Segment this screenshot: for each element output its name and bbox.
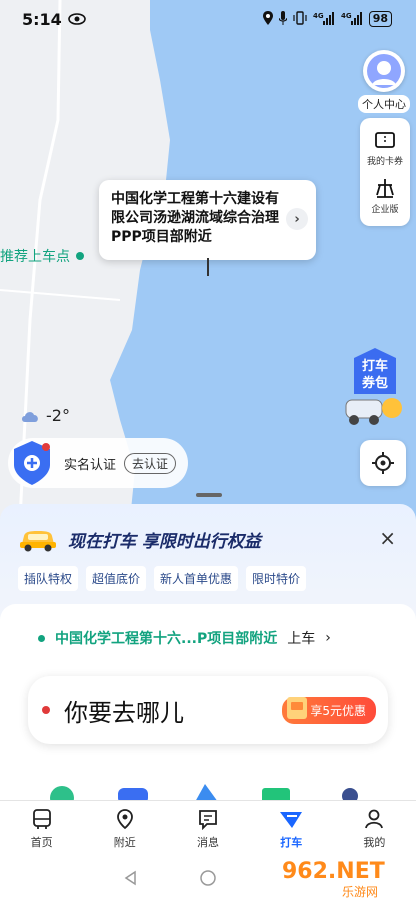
cloud-icon [22, 411, 38, 422]
user-avatar-icon [367, 54, 401, 88]
location-pin-icon [116, 808, 133, 829]
locate-button[interactable] [360, 440, 406, 486]
enterprise-label: 企业版 [371, 205, 399, 215]
nav-label: 附近 [113, 835, 136, 849]
profile-button[interactable]: 个人中心 [358, 50, 410, 113]
benefit-tags: 插队特权 超值底价 新人首单优惠 限时特价 [18, 566, 307, 591]
promo-banner[interactable]: 现在打车 享限时出行权益 × [18, 522, 408, 556]
bus-icon [32, 808, 51, 829]
enterprise-icon [376, 179, 394, 198]
weather-widget: -2° [20, 406, 70, 425]
verify-label: 实名认证 [64, 457, 117, 473]
my-coupons-button[interactable]: 我的卡券 [367, 129, 403, 167]
home-icon[interactable] [199, 869, 217, 887]
location-icon [262, 10, 273, 28]
pickup-dot-icon [38, 634, 45, 642]
destination-dot-icon [42, 706, 50, 714]
taxi-arrow-icon [280, 811, 303, 828]
avatar [363, 50, 405, 92]
verify-button[interactable]: 去认证 [124, 452, 177, 474]
bottom-sheet: 现在打车 享限时出行权益 × 插队特权 超值底价 新人首单优惠 限时特价 中国化… [0, 504, 416, 804]
profile-label: 个人中心 [358, 95, 410, 113]
gift-icon [382, 398, 402, 418]
pickup-label: 推荐上车点 [0, 249, 70, 265]
pickup-location: 中国化学工程第十六...P项目部附近 [55, 631, 278, 647]
user-icon [365, 809, 384, 828]
ride-card: 中国化学工程第十六...P项目部附近 上车 › 你要去哪儿 享5元优惠 [0, 604, 416, 804]
nav-label: 消息 [197, 835, 219, 849]
benefit-tag[interactable]: 超值底价 [86, 566, 147, 591]
watermark-logo: 962.NET 乐游网 [282, 859, 385, 899]
status-time: 5:14 [22, 9, 62, 29]
pickup-suffix: 上车 [287, 631, 316, 647]
signal-4g-icon: 4G [313, 11, 335, 28]
svg-text:4G: 4G [313, 12, 324, 20]
location-popup[interactable]: 中国化学工程第十六建设有限公司汤逊湖流域综合治理PPP项目部附近 › [99, 180, 316, 260]
coupon-pack-float[interactable]: 打车 券包 [342, 348, 408, 430]
discount-text: 享5元优惠 [310, 703, 366, 718]
drag-handle[interactable] [196, 493, 222, 497]
svg-text:4G: 4G [341, 12, 352, 20]
nav-messages[interactable]: 消息 [166, 801, 249, 856]
temperature: -2° [46, 406, 70, 425]
nav-label: 我的 [363, 835, 386, 849]
destination-input[interactable]: 你要去哪儿 享5元优惠 [28, 676, 388, 744]
nav-home[interactable]: 首页 [0, 801, 83, 856]
message-icon [199, 809, 217, 830]
battery-indicator: 98 [368, 11, 392, 27]
coupon-icon [375, 132, 395, 148]
benefit-tag[interactable]: 插队特权 [18, 566, 79, 591]
back-icon[interactable] [123, 870, 139, 886]
side-panel: 我的卡券 企业版 [360, 118, 410, 226]
pickup-location-row[interactable]: 中国化学工程第十六...P项目部附近 上车 › [38, 628, 331, 648]
road-line [0, 289, 121, 301]
real-name-verify-banner[interactable]: 实名认证 去认证 [8, 438, 188, 488]
map-pin-icon [207, 258, 209, 276]
nav-nearby[interactable]: 附近 [83, 801, 166, 856]
benefit-tag[interactable]: 新人首单优惠 [154, 566, 239, 591]
svg-text:乐游网: 乐游网 [342, 885, 378, 899]
nav-label: 首页 [30, 835, 53, 849]
bottom-nav: 首页 附近 消息 打车 我的 [0, 800, 416, 856]
destination-placeholder: 你要去哪儿 [64, 698, 184, 727]
nav-me[interactable]: 我的 [333, 801, 416, 856]
crosshair-icon [372, 452, 394, 474]
taxi-icon [20, 531, 56, 552]
signal-4g-icon: 4G [341, 11, 363, 28]
discount-badge[interactable]: 享5元优惠 [282, 696, 376, 724]
pickup-dot-icon [76, 252, 84, 260]
chevron-right-icon[interactable]: › [286, 208, 308, 230]
coupon-label: 我的卡券 [366, 157, 403, 167]
promo-line1: 打车 [362, 358, 388, 374]
popup-address: 中国化学工程第十六建设有限公司汤逊湖流域综合治理PPP项目部附近 [111, 191, 279, 245]
shield-icon [14, 441, 50, 485]
mic-icon [278, 10, 288, 28]
vibrate-icon [293, 10, 307, 28]
service-icons-row[interactable] [0, 764, 416, 804]
eye-icon [67, 10, 86, 29]
recommended-pickup-marker[interactable]: 推荐上车点 [0, 246, 84, 266]
chevron-right-icon: › [325, 630, 331, 646]
benefit-tag[interactable]: 限时特价 [246, 566, 307, 591]
coupon-bag-icon [287, 696, 308, 719]
status-bar: 5:14 4G 4G 98 [0, 0, 416, 38]
enterprise-button[interactable]: 企业版 [371, 177, 399, 215]
close-icon[interactable]: × [379, 526, 396, 550]
promo-line2: 券包 [361, 375, 388, 391]
nav-label: 打车 [280, 835, 303, 849]
nav-taxi[interactable]: 打车 [250, 801, 333, 856]
svg-text:962.NET: 962.NET [282, 859, 385, 884]
banner-title: 现在打车 享限时出行权益 [68, 531, 261, 552]
